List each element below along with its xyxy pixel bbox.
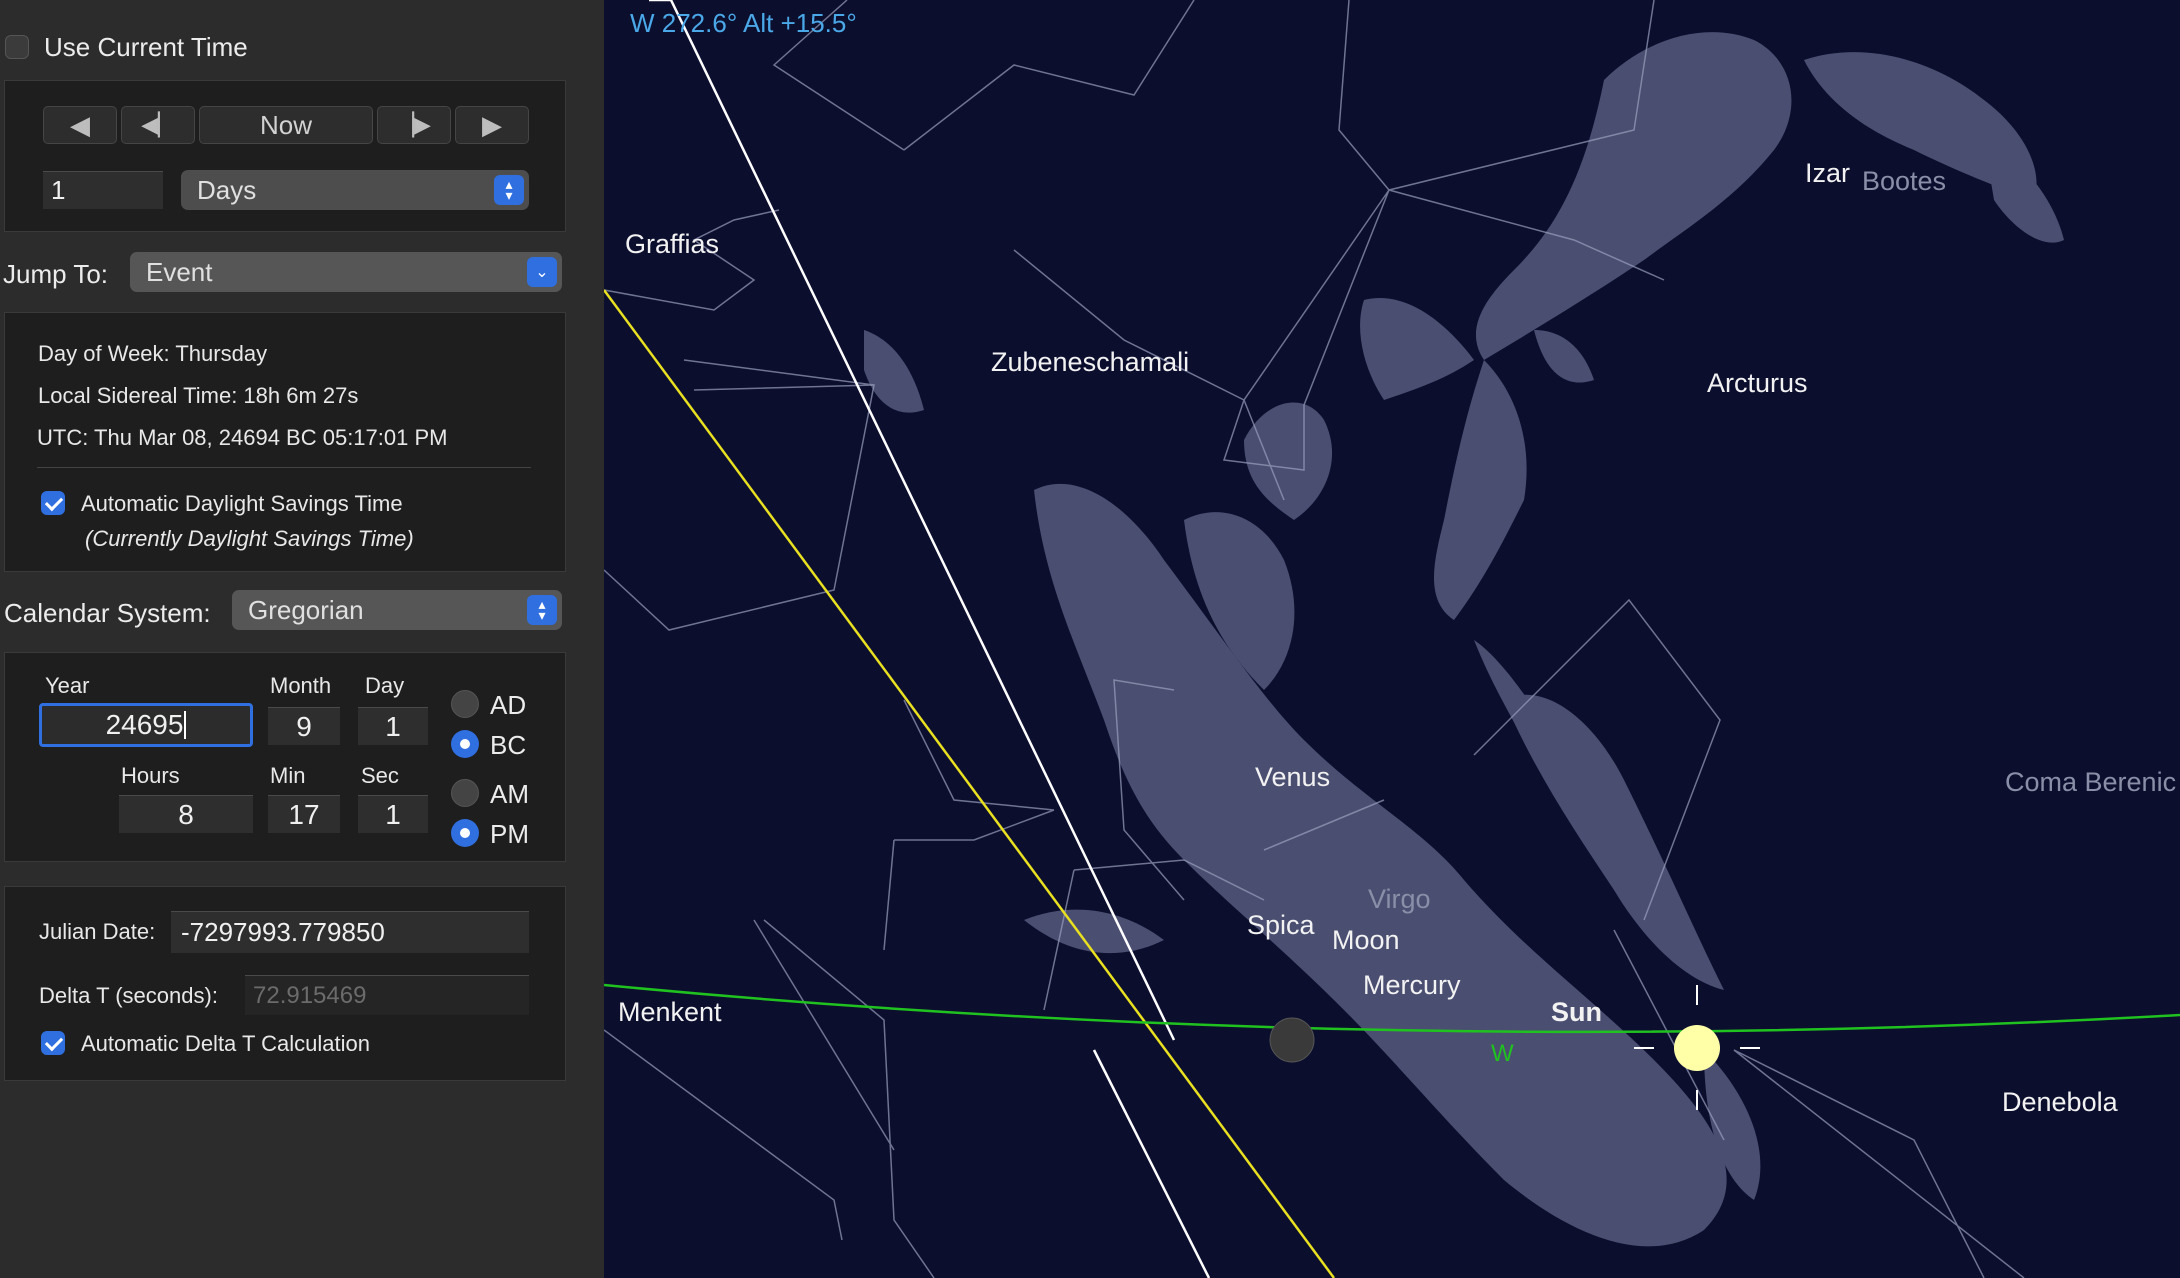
step-unit-value: Days bbox=[197, 174, 257, 205]
step-forward-fast-button[interactable]: ▶ bbox=[455, 106, 529, 144]
step-back-fast-button[interactable]: ◀ bbox=[43, 106, 117, 144]
star-label-menkent[interactable]: Menkent bbox=[618, 997, 722, 1028]
auto-dst-checkbox[interactable] bbox=[41, 491, 65, 515]
step-forward-icon: ▕▶ bbox=[397, 112, 431, 137]
julian-date-box: Julian Date: -7297993.779850 Delta T (se… bbox=[4, 886, 566, 1081]
month-field[interactable]: 9 bbox=[268, 707, 340, 745]
bc-label: BC bbox=[490, 730, 527, 760]
year-label: Year bbox=[45, 673, 90, 698]
delta-t-label: Delta T (seconds): bbox=[39, 983, 218, 1008]
day-label: Day bbox=[365, 673, 405, 698]
planet-label-mercury[interactable]: Mercury bbox=[1363, 970, 1461, 1001]
day-field[interactable]: 1 bbox=[358, 707, 428, 745]
month-label: Month bbox=[270, 673, 332, 698]
julian-date-label: Julian Date: bbox=[39, 919, 156, 944]
delta-t-field: 72.915469 bbox=[245, 975, 529, 1015]
text-cursor bbox=[184, 711, 187, 739]
planet-label-moon[interactable]: Moon bbox=[1332, 925, 1400, 956]
local-sidereal-time: Local Sidereal Time: 18h 6m 27s bbox=[38, 383, 359, 408]
am-label: AM bbox=[490, 779, 529, 809]
use-current-time-checkbox[interactable] bbox=[5, 35, 29, 59]
up-down-chevron-icon: ▴ ▾ bbox=[527, 595, 557, 625]
pm-radio[interactable] bbox=[451, 819, 479, 847]
auto-delta-t-label: Automatic Delta T Calculation bbox=[81, 1031, 370, 1056]
ad-label: AD bbox=[490, 690, 527, 720]
utc-time: UTC: Thu Mar 08, 24694 BC 05:17:01 PM bbox=[37, 425, 448, 450]
calendar-system-select[interactable]: Gregorian ▴ ▾ bbox=[232, 590, 562, 630]
hours-label: Hours bbox=[121, 763, 180, 788]
jump-to-label: Jump To: bbox=[3, 259, 109, 289]
pm-label: PM bbox=[490, 819, 529, 849]
use-current-time-label: Use Current Time bbox=[44, 32, 248, 62]
step-back-button[interactable]: ◀▏ bbox=[121, 106, 195, 144]
star-label-izar[interactable]: Izar bbox=[1805, 158, 1850, 189]
chevron-down-icon: ⌄ bbox=[527, 257, 557, 287]
time-info-box: Day of Week: Thursday Local Sidereal Tim… bbox=[4, 312, 566, 572]
sec-field[interactable]: 1 bbox=[358, 795, 428, 833]
time-control-panel: Use Current Time ◀ ◀▏ Now ▕▶ ▶ 1 Days ▴ ▾… bbox=[0, 0, 604, 1278]
auto-dst-label: Automatic Daylight Savings Time bbox=[81, 491, 403, 516]
date-time-box: Year 24695 Month 9 Day 1 Hours 8 Min 17 … bbox=[4, 652, 566, 862]
calendar-system-value: Gregorian bbox=[248, 594, 364, 625]
constellation-artwork bbox=[864, 32, 2064, 1247]
jump-to-select[interactable]: Event ⌄ bbox=[130, 252, 562, 292]
calendar-system-label: Calendar System: bbox=[4, 598, 211, 628]
constellation-label-bootes[interactable]: Bootes bbox=[1862, 166, 1946, 197]
star-label-spica[interactable]: Spica bbox=[1247, 910, 1315, 941]
hours-field[interactable]: 8 bbox=[119, 795, 253, 833]
constellation-label-coma-berenices[interactable]: Coma Berenic bbox=[2005, 767, 2176, 798]
star-label-graffias[interactable]: Graffias bbox=[625, 229, 719, 260]
step-amount-field[interactable]: 1 bbox=[43, 171, 163, 209]
year-value: 24695 bbox=[105, 709, 184, 740]
star-label-zubeneschamali[interactable]: Zubeneschamali bbox=[991, 347, 1189, 378]
am-radio[interactable] bbox=[451, 779, 479, 807]
now-button[interactable]: Now bbox=[199, 106, 373, 144]
play-backward-icon: ◀ bbox=[70, 109, 90, 140]
dst-status: (Currently Daylight Savings Time) bbox=[85, 526, 414, 551]
star-label-denebola[interactable]: Denebola bbox=[2002, 1087, 2118, 1118]
sun-disc[interactable] bbox=[1674, 1025, 1720, 1071]
now-button-label: Now bbox=[259, 109, 312, 140]
step-unit-select[interactable]: Days ▴ ▾ bbox=[181, 170, 529, 210]
planet-label-sun[interactable]: Sun bbox=[1551, 997, 1602, 1028]
step-forward-button[interactable]: ▕▶ bbox=[377, 106, 451, 144]
planet-label-venus[interactable]: Venus bbox=[1255, 762, 1330, 793]
julian-date-field[interactable]: -7297993.779850 bbox=[171, 911, 529, 953]
constellation-label-virgo[interactable]: Virgo bbox=[1368, 884, 1431, 915]
sky-chart-view[interactable]: W 272.6° Alt +15.5° Graffias Zubenescham… bbox=[604, 0, 2180, 1278]
jump-to-value: Event bbox=[146, 256, 213, 287]
constellation-lines bbox=[604, 0, 2025, 1278]
direction-readout: W 272.6° Alt +15.5° bbox=[630, 8, 857, 38]
horizon-west-marker: W bbox=[1491, 1040, 1514, 1067]
bc-radio[interactable] bbox=[451, 730, 479, 758]
star-label-arcturus[interactable]: Arcturus bbox=[1707, 368, 1808, 399]
play-forward-icon: ▶ bbox=[482, 109, 502, 140]
ad-radio[interactable] bbox=[451, 690, 479, 718]
up-down-chevron-icon: ▴ ▾ bbox=[494, 175, 524, 205]
year-field[interactable]: 24695 bbox=[39, 703, 253, 747]
min-field[interactable]: 17 bbox=[268, 795, 340, 833]
auto-delta-t-checkbox[interactable] bbox=[41, 1031, 65, 1055]
moon-disc[interactable] bbox=[1269, 1017, 1315, 1063]
divider bbox=[37, 467, 531, 468]
time-step-box: ◀ ◀▏ Now ▕▶ ▶ 1 Days ▴ ▾ bbox=[4, 80, 566, 232]
step-backward-icon: ◀▏ bbox=[141, 112, 175, 137]
min-label: Min bbox=[270, 763, 306, 788]
sec-label: Sec bbox=[361, 763, 399, 788]
day-of-week: Day of Week: Thursday bbox=[38, 341, 268, 366]
